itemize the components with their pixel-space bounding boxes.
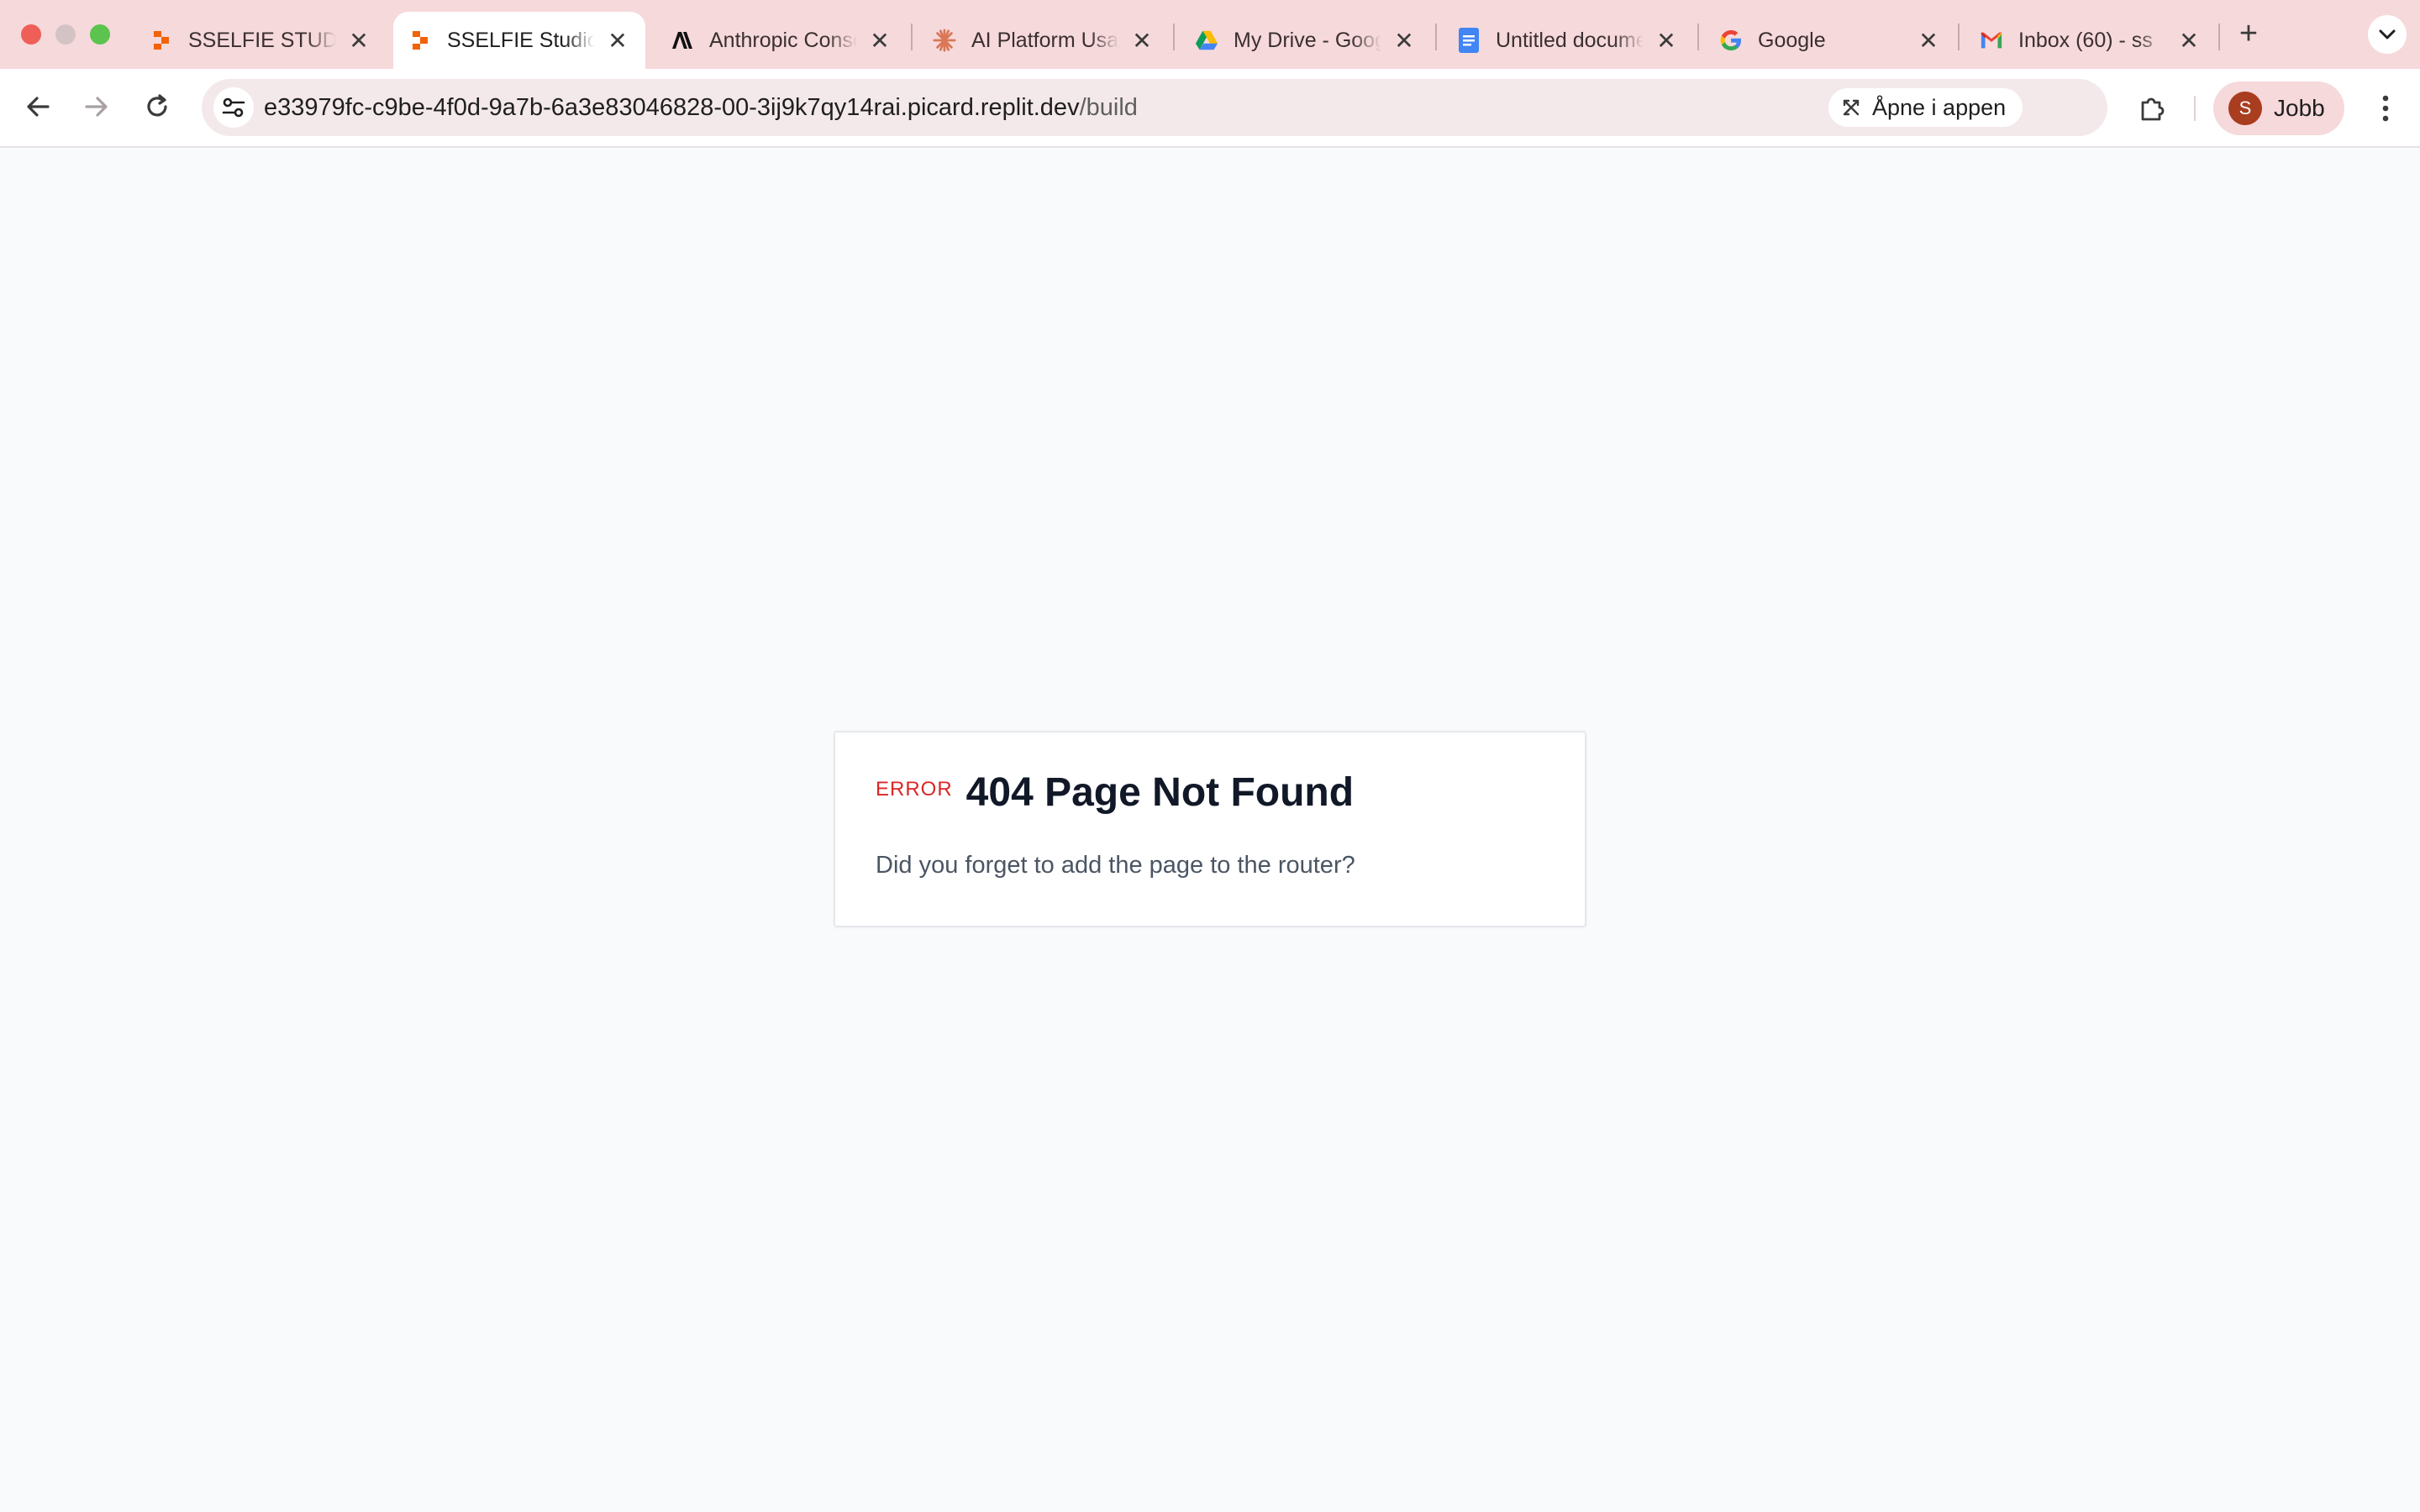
avatar: S	[2228, 92, 2262, 125]
anthropic-icon	[671, 29, 694, 52]
tab-sselfie-studio-1[interactable]: SSELFIE STUDIO ✕	[134, 12, 387, 69]
extensions-button[interactable]	[2131, 87, 2173, 129]
tune-icon	[222, 97, 245, 118]
tab-title: My Drive - Google Drive	[1234, 28, 1381, 52]
open-in-app-button[interactable]: Åpne i appen	[1828, 88, 2023, 127]
close-icon[interactable]: ✕	[1914, 26, 1943, 55]
window-zoom-button[interactable]	[90, 24, 110, 45]
reload-icon	[147, 94, 167, 117]
back-button[interactable]	[17, 86, 59, 128]
forward-button[interactable]	[76, 86, 118, 128]
tab-title: SSELFIE STUDIO	[188, 28, 336, 52]
google-drive-icon	[1195, 29, 1218, 52]
tab-title: AI Platform Usage	[971, 28, 1119, 52]
tab-title: Anthropic Console	[709, 28, 857, 52]
new-tab-button[interactable]: +	[2232, 16, 2265, 51]
close-icon[interactable]: ✕	[603, 26, 632, 55]
tab-search-button[interactable]	[2368, 15, 2407, 54]
chevron-down-icon	[2379, 29, 2396, 39]
tab-gmail-inbox[interactable]: Inbox (60) - ss ✕	[1965, 12, 2217, 69]
tab-title: SSELFIE Studio	[447, 28, 595, 52]
tab-separator	[1958, 24, 1960, 50]
url-host: e33979fc-c9be-4f0d-9a7b-6a3e83046828-00-…	[264, 94, 1080, 121]
gmail-icon	[1980, 29, 2003, 52]
claude-icon	[933, 29, 956, 52]
error-message: Did you forget to add the page to the ro…	[876, 852, 1355, 879]
tab-title: Untitled document	[1496, 28, 1644, 52]
tab-separator	[911, 24, 913, 50]
tab-separator	[1435, 24, 1437, 50]
browser-toolbar: e33979fc-c9be-4f0d-9a7b-6a3e83046828-00-…	[0, 69, 2420, 148]
profile-name: Jobb	[2274, 95, 2325, 121]
puzzle-icon	[2141, 97, 2165, 121]
error-label: ERROR	[876, 778, 953, 801]
tab-title: Google	[1758, 28, 1826, 52]
close-icon[interactable]: ✕	[2175, 26, 2203, 55]
arrow-left-icon	[27, 97, 50, 117]
profile-button[interactable]: S Jobb	[2213, 81, 2344, 135]
site-info-button[interactable]	[213, 87, 254, 128]
address-bar[interactable]: e33979fc-c9be-4f0d-9a7b-6a3e83046828-00-…	[202, 79, 2281, 136]
tab-separator	[1697, 24, 1699, 50]
arrow-right-icon	[85, 97, 108, 117]
google-docs-icon	[1457, 28, 1481, 53]
tab-ai-platform-usage[interactable]: AI Platform Usage ✕	[918, 12, 1170, 69]
open-app-icon	[1840, 97, 1862, 118]
window-close-button[interactable]	[21, 24, 41, 45]
browser-menu-button[interactable]	[2365, 87, 2407, 129]
tab-untitled-document[interactable]: Untitled document ✕	[1442, 12, 1694, 69]
google-icon	[1719, 29, 1743, 52]
replit-icon	[150, 29, 173, 52]
tab-my-drive[interactable]: My Drive - Google Drive ✕	[1180, 12, 1432, 69]
tab-separator	[2218, 24, 2220, 50]
page-title: 404 Page Not Found	[965, 770, 1355, 815]
tab-separator	[1173, 24, 1175, 50]
not-found-card: ERROR 404 Page Not Found Did you forget …	[834, 731, 1586, 927]
tab-anthropic-console[interactable]: Anthropic Console ✕	[655, 12, 908, 69]
url-path: /build	[1079, 94, 1138, 121]
toolbar-separator	[2194, 96, 2196, 121]
close-icon[interactable]: ✕	[1128, 26, 1156, 55]
close-icon[interactable]: ✕	[345, 26, 373, 55]
close-icon[interactable]: ✕	[865, 26, 894, 55]
more-vert-icon	[2382, 95, 2389, 122]
close-icon[interactable]: ✕	[1652, 26, 1681, 55]
open-in-app-label: Åpne i appen	[1872, 94, 2007, 120]
url-text[interactable]: e33979fc-c9be-4f0d-9a7b-6a3e83046828-00-…	[264, 79, 1138, 136]
tab-strip: SSELFIE STUDIO ✕ SSELFIE Studio ✕ Anthro…	[0, 0, 2420, 69]
reload-button[interactable]	[136, 86, 178, 128]
tab-title: Inbox (60) - ss	[2018, 28, 2153, 52]
tab-sselfie-studio-2[interactable]: SSELFIE Studio ✕	[393, 12, 645, 69]
replit-icon	[408, 29, 432, 52]
card-header: ERROR 404 Page Not Found	[876, 773, 1354, 813]
tab-google[interactable]: Google ✕	[1704, 12, 1956, 69]
window-minimize-button[interactable]	[55, 24, 76, 45]
page-content: ERROR 404 Page Not Found Did you forget …	[0, 148, 2420, 1512]
close-icon[interactable]: ✕	[1390, 26, 1418, 55]
